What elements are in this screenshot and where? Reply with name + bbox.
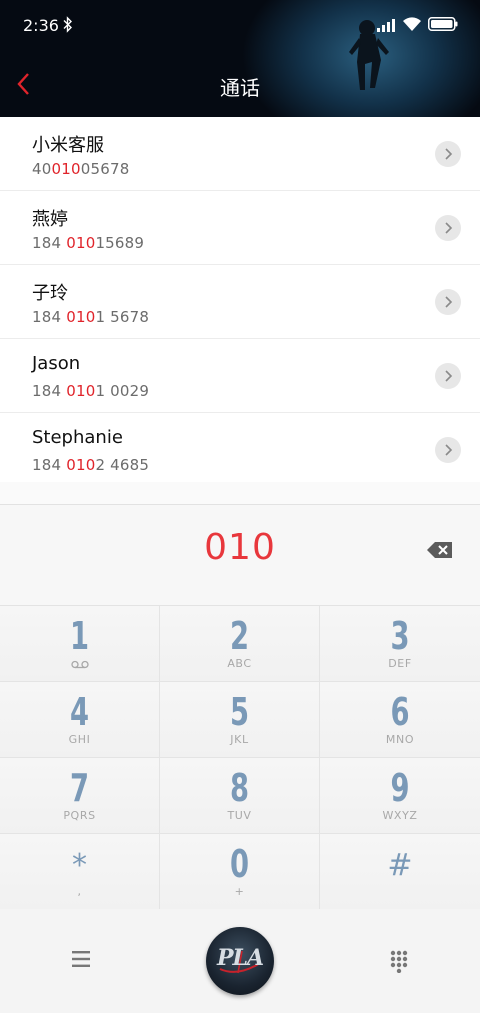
contact-number: 184 0102 4685 (32, 456, 149, 474)
contact-name: Stephanie (32, 427, 123, 448)
contact-name: Jason (32, 353, 81, 374)
call-logo-text: PLA (216, 945, 264, 971)
contact-detail-button[interactable] (435, 437, 461, 463)
key-letters: DEF (388, 657, 412, 670)
chevron-right-icon (445, 370, 453, 382)
key-letters: GHI (68, 733, 91, 746)
key-digit: 7 (69, 766, 90, 810)
number-prefix: 184 (32, 382, 67, 400)
contact-number: 4001005678 (32, 160, 129, 178)
key-digit: 4 (69, 690, 90, 734)
key-digit: 3 (390, 614, 410, 658)
contact-name: 子玲 (32, 283, 68, 304)
key-letters: TUV (227, 809, 252, 822)
keypad: 1 2 ABC 3 DEF 4 GHI 5 JKL 6 MNO 7 PQRS 8… (0, 605, 480, 910)
key-letters: ABC (227, 657, 252, 670)
key-5[interactable]: 5 JKL (160, 682, 320, 758)
contact-row[interactable]: 小米客服 4001005678 (0, 117, 480, 191)
number-match: 010 (66, 456, 96, 474)
key-star[interactable]: * , (0, 834, 160, 910)
bluetooth-icon (63, 16, 72, 33)
number-match: 010 (66, 308, 96, 326)
bottom-bar: PLA (0, 909, 480, 1013)
wifi-icon (403, 17, 421, 31)
key-letters: + (234, 885, 245, 898)
key-letters: JKL (230, 733, 249, 746)
key-1[interactable]: 1 (0, 606, 160, 682)
contact-detail-button[interactable] (435, 363, 461, 389)
contact-detail-button[interactable] (435, 215, 461, 241)
contact-number: 184 0101 0029 (32, 382, 149, 400)
key-digit: 2 (229, 614, 250, 658)
key-digit: # (387, 848, 413, 883)
dialed-number: 010 (204, 527, 276, 568)
key-digit: 0 (229, 842, 250, 886)
key-8[interactable]: 8 TUV (160, 758, 320, 834)
contact-detail-button[interactable] (435, 141, 461, 167)
page-title: 通话 (220, 76, 260, 100)
number-prefix: 184 (32, 308, 67, 326)
contact-name: 燕婷 (32, 209, 68, 230)
number-suffix: 1 5678 (95, 308, 150, 326)
number-prefix: 40 (32, 160, 52, 178)
key-9[interactable]: 9 WXYZ (320, 758, 480, 834)
contact-row[interactable]: 子玲 184 0101 5678 (0, 265, 480, 339)
chevron-right-icon (445, 444, 453, 456)
dialpad-toggle-button[interactable] (389, 949, 409, 977)
voicemail-icon (71, 660, 89, 669)
header: 2:36 通话 (0, 0, 480, 117)
key-3[interactable]: 3 DEF (320, 606, 480, 682)
contact-row[interactable]: Stephanie 184 0102 4685 (0, 413, 480, 482)
key-6[interactable]: 6 MNO (320, 682, 480, 758)
number-prefix: 184 (32, 456, 67, 474)
key-letters: WXYZ (382, 809, 418, 822)
contact-row[interactable]: Jason 184 0101 0029 (0, 339, 480, 413)
chevron-right-icon (445, 296, 453, 308)
contact-detail-button[interactable] (435, 289, 461, 315)
key-digit: 9 (390, 766, 410, 810)
contact-list: 小米客服 4001005678 燕婷 184 01015689 子玲 184 0… (0, 117, 480, 482)
list-scroll-edge (0, 482, 480, 504)
menu-icon (72, 951, 90, 967)
key-0[interactable]: 0 + (160, 834, 320, 910)
contact-row[interactable]: 燕婷 184 01015689 (0, 191, 480, 265)
key-digit: 6 (390, 690, 410, 734)
key-letters: , (77, 885, 82, 898)
key-digit: * (72, 848, 87, 883)
key-2[interactable]: 2 ABC (160, 606, 320, 682)
key-4[interactable]: 4 GHI (0, 682, 160, 758)
dialpad-icon (390, 950, 408, 974)
key-letters: PQRS (63, 809, 96, 822)
status-time: 2:36 (23, 16, 59, 35)
chevron-right-icon (445, 148, 453, 160)
contact-number: 184 0101 5678 (32, 308, 149, 326)
number-suffix: 05678 (80, 160, 130, 178)
contact-number: 184 01015689 (32, 234, 144, 252)
backspace-icon (427, 542, 452, 558)
key-hash[interactable]: # (320, 834, 480, 910)
number-suffix: 15689 (95, 234, 145, 252)
number-match: 010 (66, 382, 96, 400)
number-suffix: 1 0029 (95, 382, 150, 400)
number-prefix: 184 (32, 234, 67, 252)
contact-name: 小米客服 (32, 135, 104, 156)
backspace-button[interactable] (426, 539, 454, 561)
number-match: 010 (51, 160, 81, 178)
number-suffix: 2 4685 (95, 456, 150, 474)
number-match: 010 (66, 234, 96, 252)
menu-button[interactable] (70, 949, 92, 969)
key-digit: 1 (69, 614, 90, 658)
chevron-right-icon (445, 222, 453, 234)
key-digit: 5 (229, 690, 250, 734)
battery-icon (428, 17, 458, 31)
dial-display: 010 (0, 504, 480, 606)
key-letters: MNO (385, 733, 415, 746)
call-button[interactable]: PLA (206, 927, 274, 995)
key-7[interactable]: 7 PQRS (0, 758, 160, 834)
key-digit: 8 (229, 766, 250, 810)
